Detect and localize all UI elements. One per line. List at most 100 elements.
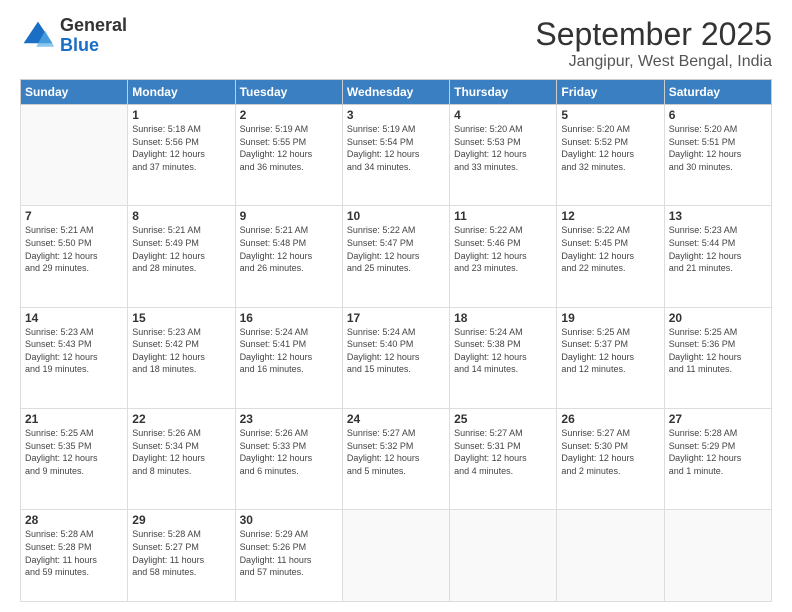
day-info: Sunrise: 5:21 AMSunset: 5:50 PMDaylight:… <box>25 224 123 274</box>
calendar-week-row: 21Sunrise: 5:25 AMSunset: 5:35 PMDayligh… <box>21 408 772 509</box>
calendar-day-cell: 19Sunrise: 5:25 AMSunset: 5:37 PMDayligh… <box>557 307 664 408</box>
day-info: Sunrise: 5:27 AMSunset: 5:31 PMDaylight:… <box>454 427 552 477</box>
calendar-day-cell: 4Sunrise: 5:20 AMSunset: 5:53 PMDaylight… <box>450 105 557 206</box>
day-info: Sunrise: 5:22 AMSunset: 5:47 PMDaylight:… <box>347 224 445 274</box>
day-info: Sunrise: 5:21 AMSunset: 5:49 PMDaylight:… <box>132 224 230 274</box>
calendar-day-header: Thursday <box>450 80 557 105</box>
day-number: 15 <box>132 311 230 325</box>
title-block: September 2025 Jangipur, West Bengal, In… <box>535 16 772 71</box>
day-info: Sunrise: 5:20 AMSunset: 5:51 PMDaylight:… <box>669 123 767 173</box>
calendar-day-cell <box>342 510 449 602</box>
calendar-week-row: 14Sunrise: 5:23 AMSunset: 5:43 PMDayligh… <box>21 307 772 408</box>
month-title: September 2025 <box>535 16 772 53</box>
logo-blue: Blue <box>60 35 99 55</box>
calendar-day-cell: 20Sunrise: 5:25 AMSunset: 5:36 PMDayligh… <box>664 307 771 408</box>
day-number: 9 <box>240 209 338 223</box>
location-title: Jangipur, West Bengal, India <box>535 53 772 71</box>
page: General Blue September 2025 Jangipur, We… <box>0 0 792 612</box>
day-number: 25 <box>454 412 552 426</box>
day-info: Sunrise: 5:20 AMSunset: 5:52 PMDaylight:… <box>561 123 659 173</box>
day-info: Sunrise: 5:24 AMSunset: 5:40 PMDaylight:… <box>347 326 445 376</box>
calendar-day-cell <box>557 510 664 602</box>
calendar-day-header: Sunday <box>21 80 128 105</box>
day-number: 21 <box>25 412 123 426</box>
day-number: 16 <box>240 311 338 325</box>
day-number: 4 <box>454 108 552 122</box>
day-number: 24 <box>347 412 445 426</box>
calendar-day-cell: 25Sunrise: 5:27 AMSunset: 5:31 PMDayligh… <box>450 408 557 509</box>
day-number: 29 <box>132 513 230 527</box>
calendar-day-cell: 18Sunrise: 5:24 AMSunset: 5:38 PMDayligh… <box>450 307 557 408</box>
logo-text: General Blue <box>60 16 127 56</box>
day-number: 3 <box>347 108 445 122</box>
calendar-day-cell: 6Sunrise: 5:20 AMSunset: 5:51 PMDaylight… <box>664 105 771 206</box>
day-info: Sunrise: 5:23 AMSunset: 5:42 PMDaylight:… <box>132 326 230 376</box>
day-info: Sunrise: 5:22 AMSunset: 5:46 PMDaylight:… <box>454 224 552 274</box>
day-info: Sunrise: 5:28 AMSunset: 5:28 PMDaylight:… <box>25 528 123 578</box>
calendar-day-cell: 8Sunrise: 5:21 AMSunset: 5:49 PMDaylight… <box>128 206 235 307</box>
calendar-day-cell: 7Sunrise: 5:21 AMSunset: 5:50 PMDaylight… <box>21 206 128 307</box>
calendar-day-cell: 5Sunrise: 5:20 AMSunset: 5:52 PMDaylight… <box>557 105 664 206</box>
day-number: 13 <box>669 209 767 223</box>
calendar-day-cell: 27Sunrise: 5:28 AMSunset: 5:29 PMDayligh… <box>664 408 771 509</box>
day-number: 2 <box>240 108 338 122</box>
day-number: 5 <box>561 108 659 122</box>
day-number: 1 <box>132 108 230 122</box>
day-number: 27 <box>669 412 767 426</box>
day-info: Sunrise: 5:26 AMSunset: 5:33 PMDaylight:… <box>240 427 338 477</box>
calendar-day-header: Monday <box>128 80 235 105</box>
day-number: 26 <box>561 412 659 426</box>
calendar-day-cell: 1Sunrise: 5:18 AMSunset: 5:56 PMDaylight… <box>128 105 235 206</box>
day-number: 11 <box>454 209 552 223</box>
day-info: Sunrise: 5:28 AMSunset: 5:29 PMDaylight:… <box>669 427 767 477</box>
day-info: Sunrise: 5:18 AMSunset: 5:56 PMDaylight:… <box>132 123 230 173</box>
day-info: Sunrise: 5:27 AMSunset: 5:32 PMDaylight:… <box>347 427 445 477</box>
calendar-day-header: Wednesday <box>342 80 449 105</box>
day-number: 23 <box>240 412 338 426</box>
calendar-day-cell <box>664 510 771 602</box>
day-info: Sunrise: 5:24 AMSunset: 5:38 PMDaylight:… <box>454 326 552 376</box>
day-number: 17 <box>347 311 445 325</box>
day-number: 7 <box>25 209 123 223</box>
day-number: 8 <box>132 209 230 223</box>
day-number: 19 <box>561 311 659 325</box>
calendar-day-cell: 29Sunrise: 5:28 AMSunset: 5:27 PMDayligh… <box>128 510 235 602</box>
logo: General Blue <box>20 16 127 56</box>
day-number: 6 <box>669 108 767 122</box>
day-info: Sunrise: 5:21 AMSunset: 5:48 PMDaylight:… <box>240 224 338 274</box>
calendar-day-cell: 16Sunrise: 5:24 AMSunset: 5:41 PMDayligh… <box>235 307 342 408</box>
calendar-day-header: Friday <box>557 80 664 105</box>
day-number: 20 <box>669 311 767 325</box>
calendar-day-cell: 12Sunrise: 5:22 AMSunset: 5:45 PMDayligh… <box>557 206 664 307</box>
calendar-day-cell: 21Sunrise: 5:25 AMSunset: 5:35 PMDayligh… <box>21 408 128 509</box>
day-info: Sunrise: 5:19 AMSunset: 5:54 PMDaylight:… <box>347 123 445 173</box>
calendar-day-cell: 22Sunrise: 5:26 AMSunset: 5:34 PMDayligh… <box>128 408 235 509</box>
calendar-day-cell: 10Sunrise: 5:22 AMSunset: 5:47 PMDayligh… <box>342 206 449 307</box>
calendar-day-cell: 26Sunrise: 5:27 AMSunset: 5:30 PMDayligh… <box>557 408 664 509</box>
day-info: Sunrise: 5:28 AMSunset: 5:27 PMDaylight:… <box>132 528 230 578</box>
calendar-day-header: Saturday <box>664 80 771 105</box>
calendar-day-cell: 28Sunrise: 5:28 AMSunset: 5:28 PMDayligh… <box>21 510 128 602</box>
day-number: 10 <box>347 209 445 223</box>
calendar-day-cell: 3Sunrise: 5:19 AMSunset: 5:54 PMDaylight… <box>342 105 449 206</box>
logo-icon <box>20 18 56 54</box>
calendar-day-cell <box>21 105 128 206</box>
day-info: Sunrise: 5:25 AMSunset: 5:36 PMDaylight:… <box>669 326 767 376</box>
day-info: Sunrise: 5:25 AMSunset: 5:35 PMDaylight:… <box>25 427 123 477</box>
day-info: Sunrise: 5:23 AMSunset: 5:44 PMDaylight:… <box>669 224 767 274</box>
calendar-day-header: Tuesday <box>235 80 342 105</box>
calendar-week-row: 28Sunrise: 5:28 AMSunset: 5:28 PMDayligh… <box>21 510 772 602</box>
logo-general: General <box>60 15 127 35</box>
day-number: 30 <box>240 513 338 527</box>
day-info: Sunrise: 5:20 AMSunset: 5:53 PMDaylight:… <box>454 123 552 173</box>
day-info: Sunrise: 5:27 AMSunset: 5:30 PMDaylight:… <box>561 427 659 477</box>
calendar-table: SundayMondayTuesdayWednesdayThursdayFrid… <box>20 79 772 602</box>
day-info: Sunrise: 5:23 AMSunset: 5:43 PMDaylight:… <box>25 326 123 376</box>
day-info: Sunrise: 5:24 AMSunset: 5:41 PMDaylight:… <box>240 326 338 376</box>
calendar-day-cell: 2Sunrise: 5:19 AMSunset: 5:55 PMDaylight… <box>235 105 342 206</box>
calendar-day-cell: 23Sunrise: 5:26 AMSunset: 5:33 PMDayligh… <box>235 408 342 509</box>
calendar-day-cell <box>450 510 557 602</box>
calendar-day-cell: 13Sunrise: 5:23 AMSunset: 5:44 PMDayligh… <box>664 206 771 307</box>
calendar-day-cell: 24Sunrise: 5:27 AMSunset: 5:32 PMDayligh… <box>342 408 449 509</box>
calendar-day-cell: 9Sunrise: 5:21 AMSunset: 5:48 PMDaylight… <box>235 206 342 307</box>
